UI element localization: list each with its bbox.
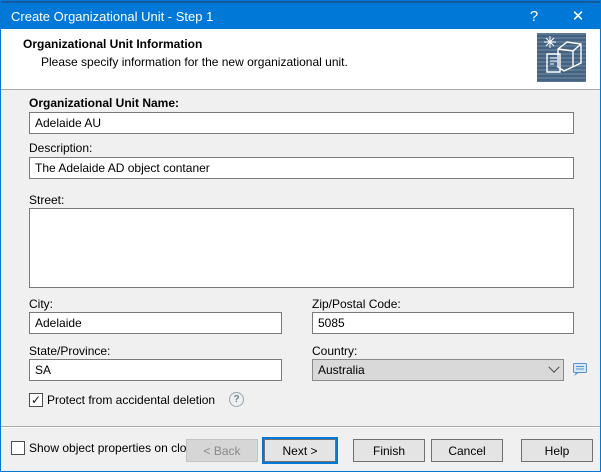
state-input[interactable]: [29, 359, 282, 381]
wizard-header: Organizational Unit Information Please s…: [1, 29, 600, 90]
back-button[interactable]: < Back: [186, 439, 258, 462]
window-controls: ? ✕: [512, 3, 600, 29]
finish-button[interactable]: Finish: [353, 439, 425, 462]
cancel-button[interactable]: Cancel: [431, 439, 503, 462]
zip-label: Zip/Postal Code:: [312, 297, 401, 311]
create-ou-wizard-dialog: Create Organizational Unit - Step 1 ? ✕ …: [0, 0, 601, 472]
protect-deletion-label: Protect from accidental deletion: [47, 392, 216, 407]
help-button[interactable]: Help: [521, 439, 593, 462]
country-dropdown[interactable]: Australia: [312, 359, 564, 381]
comment-bubble-icon[interactable]: [571, 360, 589, 383]
check-icon: ✓: [30, 392, 42, 407]
chevron-down-icon: [548, 361, 560, 373]
city-label: City:: [29, 297, 53, 311]
field-help-icon[interactable]: ?: [229, 392, 245, 407]
country-selected-value: Australia: [318, 363, 365, 377]
ou-name-input[interactable]: [29, 112, 574, 134]
show-properties-row: Show object properties on close: [11, 441, 199, 455]
state-label: State/Province:: [29, 344, 111, 358]
show-properties-checkbox[interactable]: [11, 441, 25, 455]
show-properties-label: Show object properties on close: [29, 441, 200, 455]
protect-deletion-checkbox[interactable]: ✓: [29, 392, 43, 407]
street-textarea[interactable]: [29, 208, 574, 288]
next-button[interactable]: Next >: [264, 439, 336, 462]
new-ou-folder-icon: [537, 33, 586, 82]
country-label: Country:: [312, 344, 358, 358]
window-close-button[interactable]: ✕: [556, 3, 600, 29]
title-bar: Create Organizational Unit - Step 1 ? ✕: [1, 1, 600, 29]
description-input[interactable]: [29, 157, 574, 179]
window-help-button[interactable]: ?: [512, 3, 556, 29]
city-input[interactable]: [29, 312, 282, 334]
header-title: Organizational Unit Information: [23, 37, 203, 51]
ou-name-label: Organizational Unit Name:: [29, 96, 180, 110]
header-subtitle: Please specify information for the new o…: [41, 55, 348, 69]
street-label: Street:: [29, 193, 65, 207]
window-title: Create Organizational Unit - Step 1: [11, 8, 214, 24]
zip-input[interactable]: [312, 312, 574, 334]
protect-deletion-row: ✓ Protect from accidental deletion ?: [29, 392, 245, 407]
description-label: Description:: [29, 141, 93, 155]
wizard-footer: Show object properties on close < Back N…: [1, 426, 600, 471]
